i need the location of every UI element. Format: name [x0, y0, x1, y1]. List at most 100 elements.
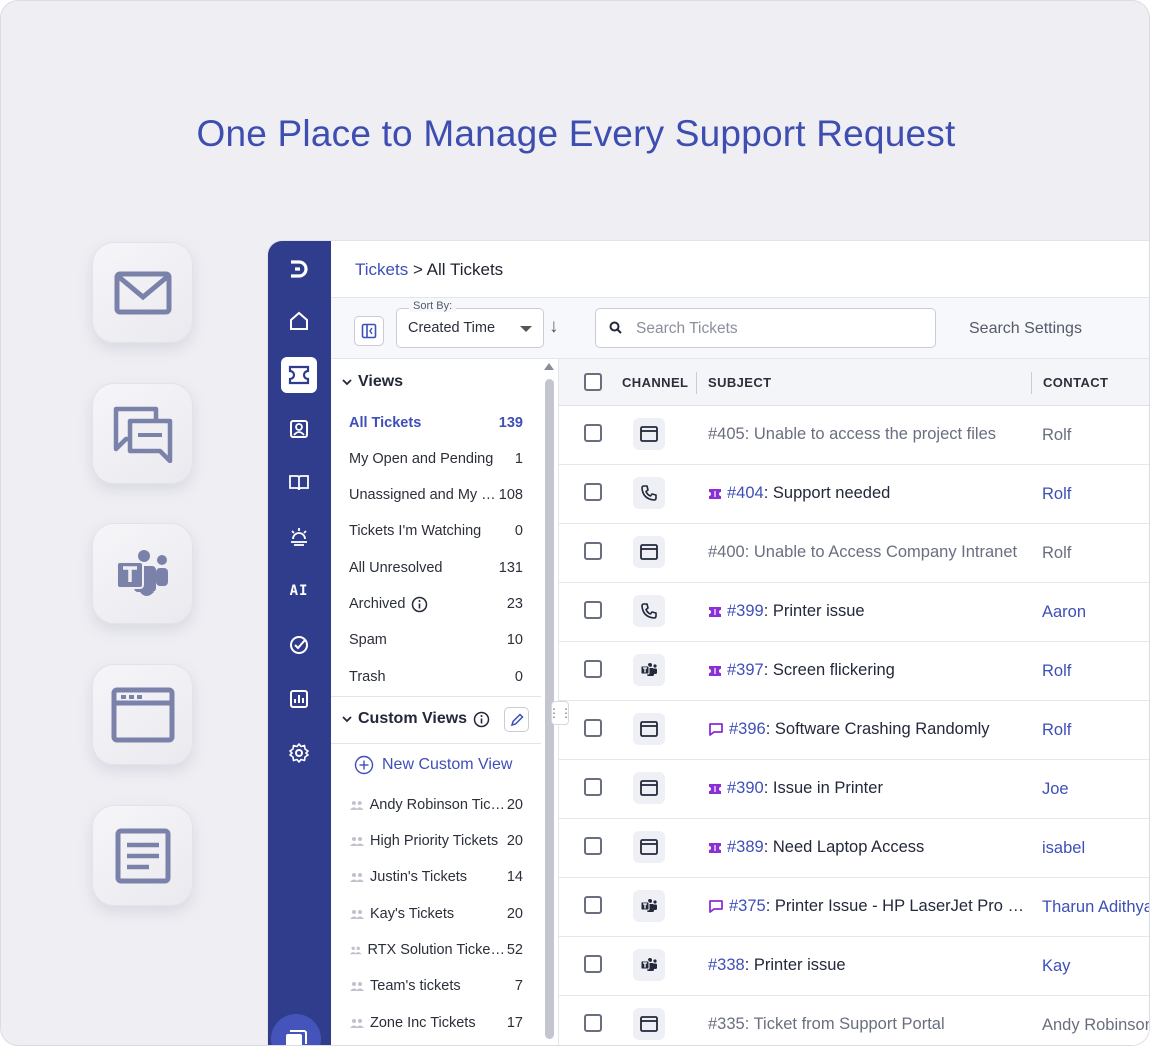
column-header-subject[interactable]: SUBJECT [708, 375, 771, 390]
table-row[interactable]: #375: Printer Issue - HP LaserJet Pro … T… [559, 878, 1149, 937]
column-header-contact[interactable]: CONTACT [1043, 375, 1108, 390]
custom-views-section-toggle[interactable]: Custom Views [342, 710, 490, 728]
ticket-contact-link[interactable]: Rolf [1042, 544, 1071, 563]
view-count: 10 [506, 632, 523, 648]
ticket-subject-link[interactable]: #396: Software Crashing Randomly [708, 720, 989, 739]
view-item-tickets-watching[interactable]: Tickets I'm Watching 0 [349, 513, 523, 549]
ticket-contact-link[interactable]: Joe [1042, 780, 1069, 799]
ticket-subject-link[interactable]: #405: Unable to access the project files [708, 425, 996, 444]
ticket-contact-link[interactable]: Rolf [1042, 721, 1071, 740]
ticket-contact-link[interactable]: Rolf [1042, 662, 1071, 681]
breadcrumb-tickets-link[interactable]: Tickets [355, 260, 408, 279]
new-custom-view-button[interactable]: New Custom View [354, 755, 512, 775]
view-count: 131 [498, 560, 523, 576]
ticket-contact-link[interactable]: Rolf [1042, 426, 1071, 445]
panel-resize-handle[interactable]: ⋮⋮ [548, 701, 572, 725]
knowledge-base-icon[interactable] [281, 465, 317, 501]
view-item-all-tickets[interactable]: All Tickets 139 [349, 405, 523, 441]
row-checkbox[interactable] [584, 424, 602, 442]
edit-custom-views-button[interactable] [504, 707, 529, 732]
table-row[interactable]: #400: Unable to Access Company Intranet R… [559, 524, 1149, 583]
ticket-contact-link[interactable]: Kay [1042, 957, 1070, 976]
ticket-id: #396 [729, 720, 766, 738]
ticket-contact-link[interactable]: Rolf [1042, 485, 1071, 504]
settings-gear-icon[interactable] [281, 735, 317, 771]
column-header-channel[interactable]: CHANNEL [622, 375, 688, 390]
pencil-icon [510, 712, 524, 726]
ticket-contact-link[interactable]: isabel [1042, 839, 1085, 858]
scroll-up-icon[interactable] [544, 363, 554, 370]
ticket-contact-link[interactable]: Aaron [1042, 603, 1086, 622]
view-item-my-open-and-pending[interactable]: My Open and Pending 1 [349, 441, 523, 477]
row-checkbox[interactable] [584, 660, 602, 678]
row-checkbox[interactable] [584, 483, 602, 501]
search-settings-link[interactable]: Search Settings [969, 320, 1082, 338]
sort-by-select[interactable]: Sort By: Created Time [396, 300, 544, 348]
ticket-subject-link[interactable]: #399: Printer issue [708, 602, 865, 621]
info-icon[interactable] [473, 711, 490, 728]
chat-launcher-button[interactable] [271, 1014, 321, 1045]
custom-view-item[interactable]: Team's tickets 7 [349, 968, 523, 1004]
view-label: Spam [349, 632, 387, 648]
ticket-subject-link[interactable]: #404: Support needed [708, 484, 890, 503]
group-icon [350, 837, 364, 846]
ticket-subject-link[interactable]: #400: Unable to Access Company Intranet [708, 543, 1017, 562]
views-panel: Views All Tickets 139 My Open and Pendin… [331, 359, 559, 1045]
custom-view-item[interactable]: Kay's Tickets 20 [349, 896, 523, 932]
ticket-subject-link[interactable]: #375: Printer Issue - HP LaserJet Pro … [708, 897, 1024, 916]
table-row[interactable]: #338: Printer issue Kay [559, 937, 1149, 996]
row-checkbox[interactable] [584, 955, 602, 973]
logo-icon[interactable] [281, 251, 317, 287]
custom-view-item[interactable]: High Priority Tickets 20 [349, 823, 523, 859]
ticket-subject-link[interactable]: #338: Printer issue [708, 956, 846, 975]
view-item-archived[interactable]: Archived 23 [349, 586, 523, 622]
table-row[interactable]: #390: Issue in Printer Joe [559, 760, 1149, 819]
row-checkbox[interactable] [584, 719, 602, 737]
sort-direction-toggle[interactable]: ↓ [549, 316, 559, 338]
view-item-trash[interactable]: Trash 0 [349, 659, 523, 695]
home-icon[interactable] [281, 303, 317, 339]
row-checkbox[interactable] [584, 542, 602, 560]
view-item-unassigned-and-my[interactable]: Unassigned and My … 108 [349, 477, 523, 513]
table-row[interactable]: #404: Support needed Rolf [559, 465, 1149, 524]
row-checkbox[interactable] [584, 837, 602, 855]
ticket-contact-link[interactable]: Andy Robinson [1042, 1016, 1149, 1035]
ticket-contact-link[interactable]: Tharun Adithya [1042, 898, 1149, 917]
ticket-subject-link[interactable]: #335: Ticket from Support Portal [708, 1015, 945, 1034]
custom-view-item[interactable]: Andy Robinson Tic… 20 [349, 787, 523, 823]
contacts-icon[interactable] [281, 411, 317, 447]
select-all-checkbox[interactable] [584, 373, 602, 391]
views-section-toggle[interactable]: Views [342, 373, 403, 391]
table-row[interactable]: #389: Need Laptop Access isabel [559, 819, 1149, 878]
table-row[interactable]: #399: Printer issue Aaron [559, 583, 1149, 642]
row-checkbox[interactable] [584, 778, 602, 796]
table-row[interactable]: #397: Screen flickering Rolf [559, 642, 1149, 701]
community-icon[interactable] [281, 519, 317, 555]
row-checkbox[interactable] [584, 1014, 602, 1032]
ticket-tag-icon [709, 606, 721, 617]
table-row[interactable]: #396: Software Crashing Randomly Rolf [559, 701, 1149, 760]
custom-view-count: 20 [506, 833, 523, 849]
search-tickets-input[interactable] [636, 317, 926, 341]
reports-icon[interactable] [281, 681, 317, 717]
custom-view-item[interactable]: Zone Inc Tickets 17 [349, 1005, 523, 1041]
info-icon[interactable] [411, 596, 428, 613]
ticket-subject-link[interactable]: #390: Issue in Printer [708, 779, 883, 798]
ticket-title: : Printer Issue - HP LaserJet Pro … [765, 897, 1025, 915]
ticket-subject-link[interactable]: #389: Need Laptop Access [708, 838, 924, 857]
table-row[interactable]: #335: Ticket from Support Portal Andy Rob… [559, 996, 1149, 1045]
custom-view-item[interactable]: RTX Solution Ticke… 52 [349, 932, 523, 968]
ai-assistant-icon[interactable]: AI [281, 573, 317, 609]
web-channel-icon [633, 536, 665, 568]
row-checkbox[interactable] [584, 896, 602, 914]
row-checkbox[interactable] [584, 601, 602, 619]
teams-channel-icon [633, 949, 665, 981]
custom-view-item[interactable]: Justin's Tickets 14 [349, 859, 523, 895]
tasks-icon[interactable] [281, 627, 317, 663]
tickets-nav-icon[interactable] [281, 357, 317, 393]
toggle-views-panel-button[interactable] [354, 316, 384, 346]
view-item-spam[interactable]: Spam 10 [349, 622, 523, 658]
ticket-subject-link[interactable]: #397: Screen flickering [708, 661, 895, 680]
view-item-all-unresolved[interactable]: All Unresolved 131 [349, 550, 523, 586]
table-row[interactable]: #405: Unable to access the project files… [559, 406, 1149, 465]
